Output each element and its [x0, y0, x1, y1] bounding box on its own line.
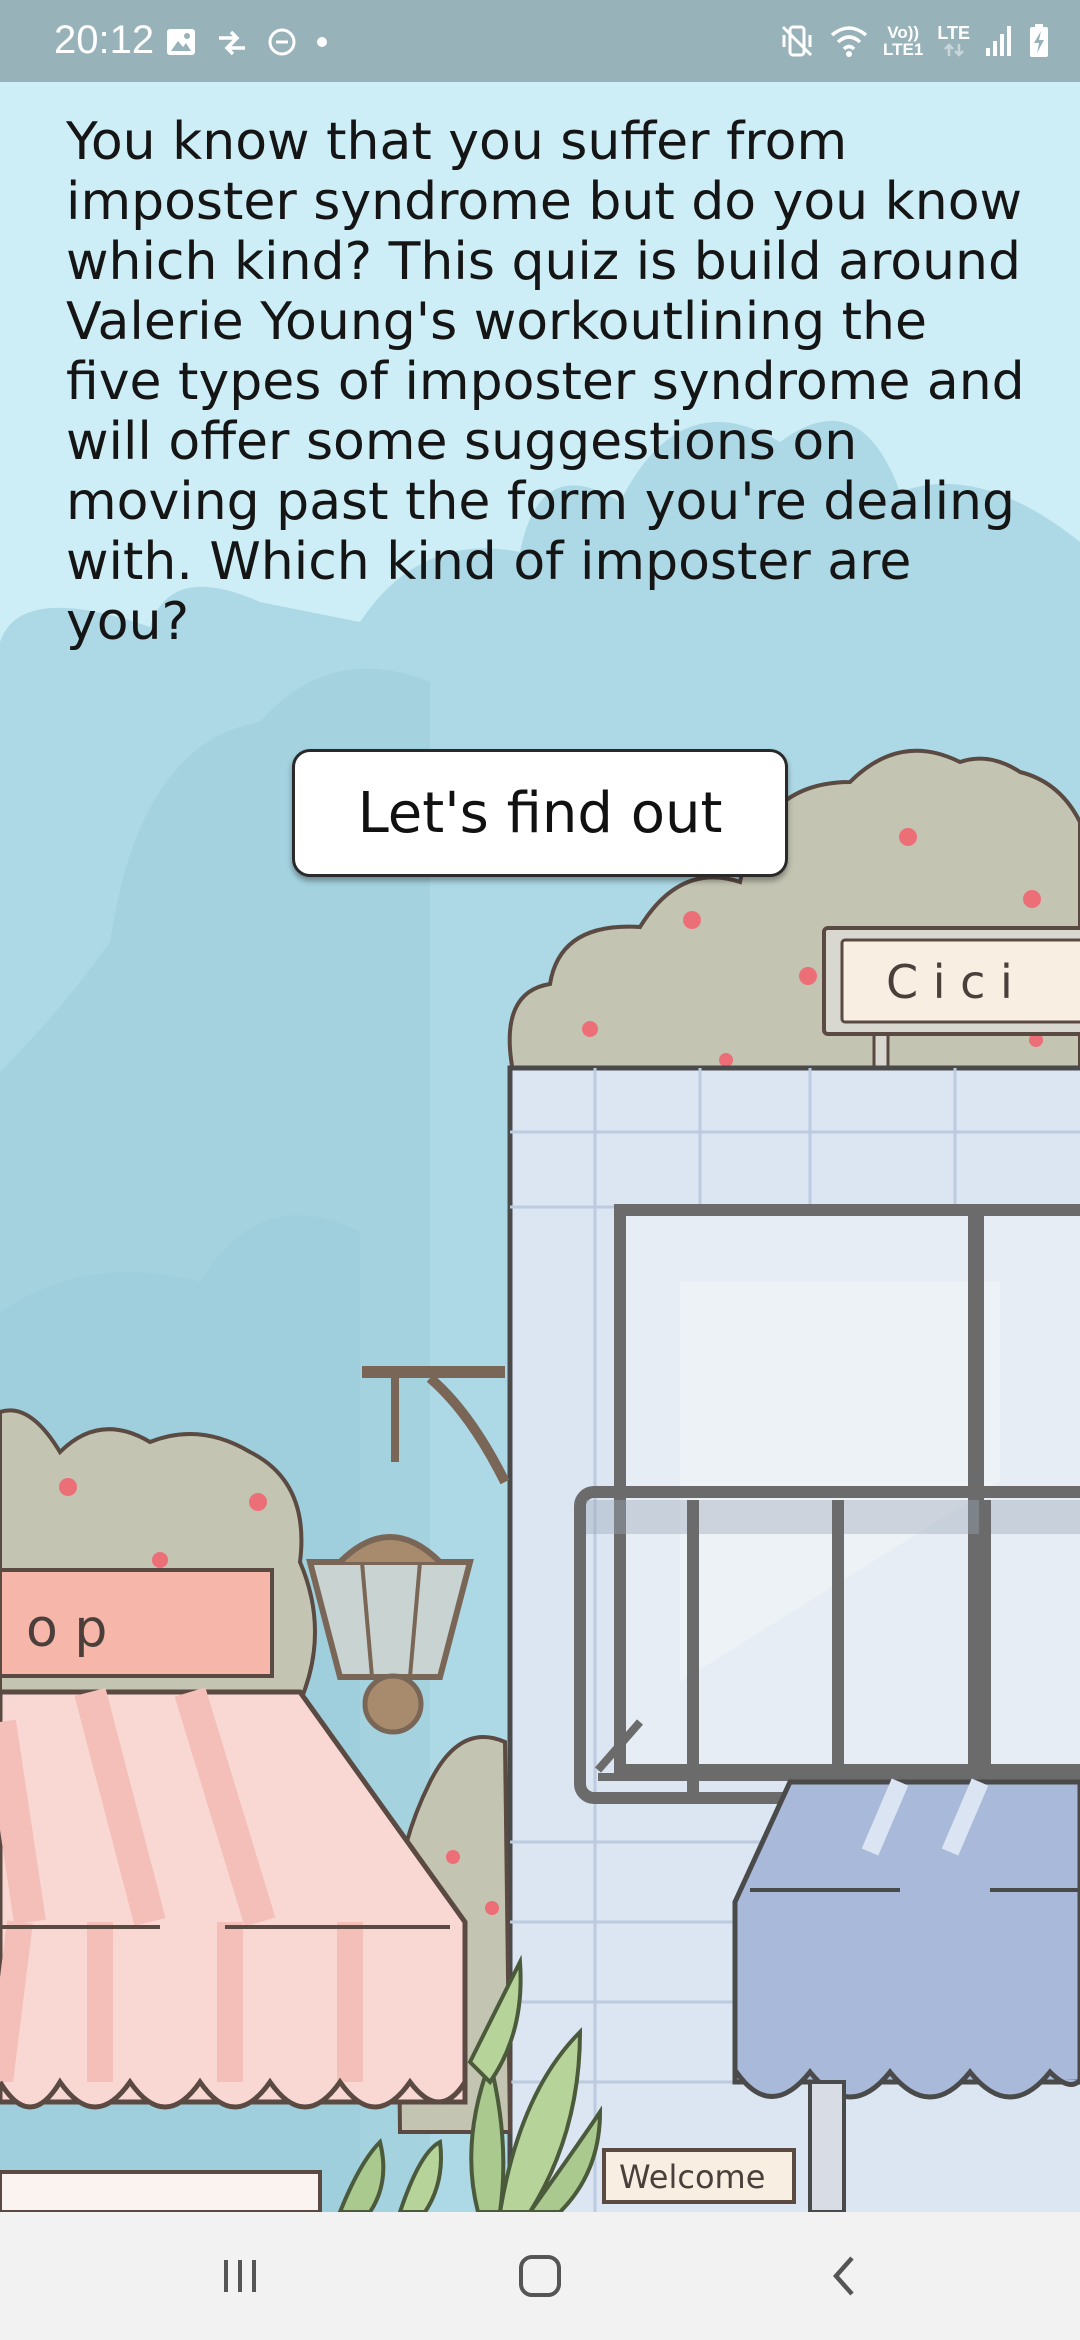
- status-icons-left: [165, 20, 329, 64]
- home-icon: [519, 2255, 561, 2297]
- sync-icon: [219, 30, 245, 56]
- lte-label: LTE: [937, 23, 970, 43]
- lte-indicator: LTE: [937, 24, 970, 58]
- start-quiz-button[interactable]: Let's find out: [292, 749, 788, 877]
- back-icon: [832, 2256, 854, 2296]
- status-time: 20:12: [54, 18, 155, 62]
- navigation-bar: [0, 2212, 1080, 2340]
- sign-shop: o p: [26, 1599, 107, 1659]
- volte-indicator: Vo)) LTE1: [883, 24, 923, 58]
- quiz-intro-text: You know that you suffer from imposter s…: [66, 112, 1025, 652]
- home-button[interactable]: [490, 2236, 590, 2316]
- vibrate-mute-icon: [781, 25, 813, 57]
- data-arrows-icon: [943, 43, 964, 57]
- back-button[interactable]: [794, 2236, 894, 2316]
- dot-icon: [317, 37, 327, 47]
- status-bar: 20:12 Vo)) LTE1 LTE: [0, 0, 1080, 82]
- recent-apps-button[interactable]: [190, 2236, 290, 2316]
- volte-label: Vo)): [887, 23, 920, 42]
- recent-apps-icon: [224, 2260, 256, 2292]
- lte1-label: LTE1: [883, 40, 924, 59]
- status-icons-right: Vo)) LTE1 LTE: [779, 18, 1050, 64]
- do-not-disturb-icon: [268, 28, 296, 56]
- sign-cici: C i c i: [886, 955, 1013, 1009]
- welcome-sign: Welcome: [619, 2158, 765, 2196]
- wifi-icon: [830, 26, 868, 57]
- signal-icon: [986, 26, 1011, 56]
- image-icon: [167, 29, 195, 55]
- battery-charging-icon: [1030, 24, 1048, 57]
